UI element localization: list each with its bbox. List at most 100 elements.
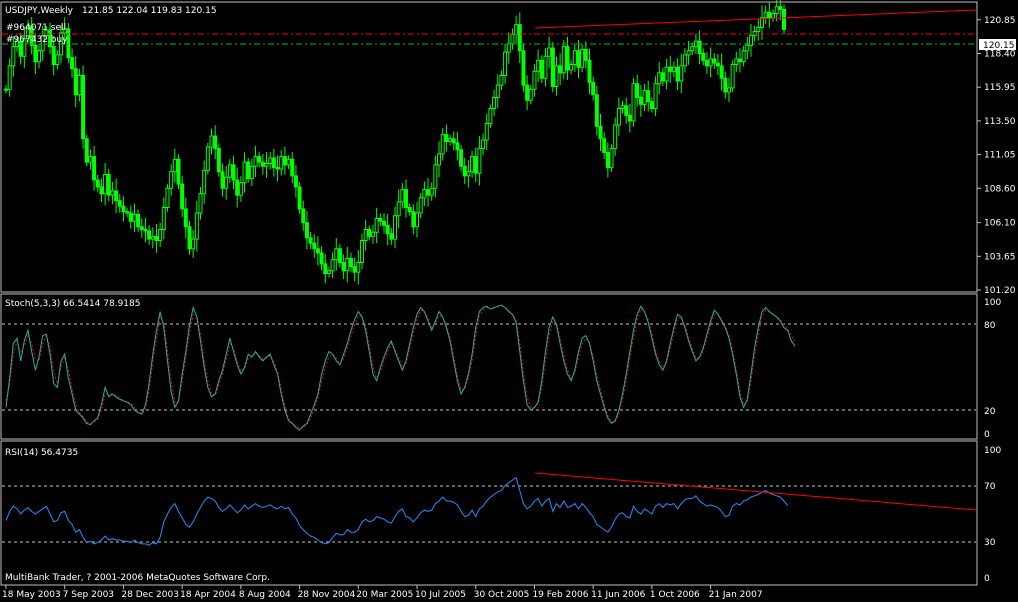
candle-body	[286, 158, 291, 166]
candle-body	[337, 248, 342, 263]
candle-body	[345, 257, 350, 272]
candle-body	[774, 6, 779, 15]
candle-body	[459, 149, 464, 167]
candle-body	[11, 46, 16, 67]
candle-body	[646, 90, 651, 103]
candle-body	[726, 87, 731, 93]
candle-body	[561, 46, 566, 74]
candle-body	[763, 11, 768, 19]
time-tick-label: 18 May 2003	[2, 590, 61, 600]
candle-body	[132, 213, 137, 222]
candle-body	[782, 9, 786, 30]
candle-body	[506, 43, 511, 53]
price-tick-label: 106.10	[984, 219, 1016, 229]
sell-order-label: #964071 sell	[6, 23, 66, 33]
candle-body	[253, 156, 258, 167]
candle-body	[374, 218, 379, 233]
candle-body	[370, 231, 375, 237]
candle-body	[227, 164, 232, 178]
candle-body	[448, 138, 453, 142]
candle-body	[396, 201, 401, 217]
candle-body	[558, 65, 563, 74]
candle-body	[7, 65, 12, 90]
candle-body	[708, 58, 713, 67]
candle-body	[532, 70, 537, 90]
trading-chart[interactable]: USDJPY,Weekly 121.85 122.04 119.83 120.1…	[0, 0, 1018, 602]
candle-body	[37, 50, 42, 63]
candle-body	[33, 44, 38, 63]
candle-body	[103, 174, 108, 195]
candle-body	[635, 83, 640, 98]
price-tick-label: 108.60	[984, 184, 1016, 194]
stoch-tick-80: 80	[984, 321, 996, 331]
candle-body	[51, 46, 56, 65]
candle-body	[84, 138, 89, 163]
candle-body	[481, 139, 486, 149]
candle-body	[352, 266, 357, 273]
time-tick-label: 11 Jun 2006	[591, 590, 645, 600]
candle-body	[492, 97, 497, 109]
candle-body	[503, 51, 508, 76]
candle-body	[326, 270, 331, 274]
candle-body	[161, 207, 166, 230]
candle-body	[363, 229, 368, 241]
candle-body	[176, 158, 181, 185]
candle-body	[191, 238, 196, 250]
candle-body	[404, 189, 409, 208]
candle-body	[554, 65, 559, 87]
candle-body	[209, 135, 214, 148]
time-tick-label: 19 Feb 2006	[532, 590, 588, 600]
candle-body	[440, 134, 445, 155]
candle-body	[433, 164, 438, 189]
candle-body	[224, 176, 229, 189]
candle-body	[594, 94, 599, 127]
candle-body	[583, 48, 588, 61]
candle-body	[521, 50, 526, 86]
price-tick-label: 111.05	[984, 151, 1016, 161]
candle-body	[484, 123, 489, 141]
candle-body	[462, 165, 467, 177]
candle-body	[92, 156, 97, 181]
candle-body	[73, 68, 78, 96]
candle-body	[165, 187, 170, 208]
candle-body	[477, 147, 482, 174]
candle-body	[136, 213, 141, 228]
candle-body	[580, 48, 585, 68]
candle-body	[121, 205, 126, 213]
candle-body	[393, 215, 397, 240]
candle-body	[290, 158, 295, 177]
candle-body	[319, 252, 324, 265]
candle-body	[536, 59, 541, 72]
candle-body	[664, 66, 669, 82]
candle-body	[198, 193, 203, 214]
candle-body	[686, 50, 691, 56]
price-tick-label: 103.65	[984, 252, 1016, 262]
time-tick-label: 10 Jul 2005	[415, 590, 466, 600]
candle-body	[154, 235, 159, 241]
stoch-tick-100: 100	[984, 298, 1001, 308]
candle-body	[139, 226, 144, 230]
candle-body	[231, 164, 236, 181]
candle-body	[88, 156, 93, 163]
candle-body	[183, 208, 188, 228]
candle-body	[158, 229, 163, 241]
candle-body	[569, 64, 574, 71]
candle-body	[418, 197, 423, 214]
time-tick-label: 18 Apr 2004	[180, 590, 236, 600]
candle-body	[605, 152, 610, 169]
candle-body	[642, 90, 647, 105]
candle-body	[543, 55, 548, 79]
candle-body	[624, 105, 629, 116]
stoch-tick-20: 20	[984, 407, 996, 417]
candle-body	[470, 156, 475, 173]
candle-body	[4, 88, 8, 91]
candle-body	[55, 54, 60, 65]
candle-body	[422, 189, 427, 199]
candle-body	[719, 65, 724, 79]
candle-body	[730, 64, 735, 89]
copyright-footer: MultiBank Trader, ? 2001-2006 MetaQuotes…	[5, 573, 270, 583]
candle-body	[169, 171, 174, 189]
candle-body	[235, 179, 240, 196]
candle-body	[172, 158, 177, 173]
candle-body	[550, 47, 555, 87]
